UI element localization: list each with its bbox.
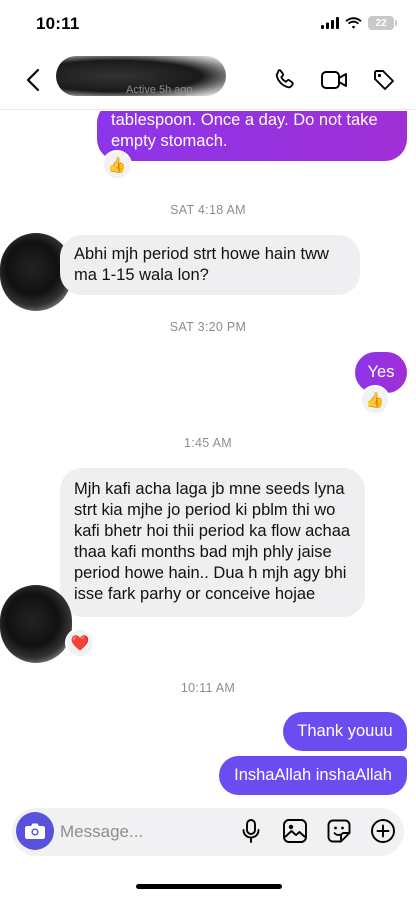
reaction-badge[interactable]: 👍 xyxy=(360,385,390,415)
thumbs-up-icon: 👍 xyxy=(107,157,127,174)
more-options-button[interactable] xyxy=(368,816,398,846)
composer-actions xyxy=(236,816,398,846)
status-bar: 10:11 22 xyxy=(0,0,416,50)
heart-icon: ❤️ xyxy=(70,635,90,652)
microphone-icon xyxy=(242,819,260,843)
avatar[interactable] xyxy=(0,585,72,663)
video-camera-icon xyxy=(321,71,347,89)
message-incoming[interactable]: Abhi mjh period strt howe hain tww ma 1-… xyxy=(60,235,360,295)
thumbs-up-icon: 👍 xyxy=(365,392,385,409)
timestamp: 10:11 AM xyxy=(180,681,236,695)
camera-button[interactable] xyxy=(16,812,54,850)
contact-subtitle: Active 5h ago xyxy=(126,84,193,96)
sticker-icon xyxy=(327,819,351,843)
image-icon xyxy=(283,819,307,843)
camera-icon xyxy=(25,823,45,839)
timestamp: SAT 4:18 AM xyxy=(170,203,246,217)
message-outgoing[interactable]: InshaAllah inshaAllah xyxy=(219,756,407,795)
sticker-button[interactable] xyxy=(324,816,354,846)
status-time: 10:11 xyxy=(36,14,80,33)
battery-indicator: 22 xyxy=(368,16,397,30)
voice-message-button[interactable] xyxy=(236,816,266,846)
tag-icon xyxy=(374,70,394,90)
timestamp: SAT 3:20 PM xyxy=(169,320,247,334)
status-icons: 22 xyxy=(321,16,397,30)
header-actions xyxy=(270,66,398,94)
message-thread[interactable]: tablespoon. Once a day. Do not take empt… xyxy=(0,111,416,801)
contact-info[interactable]: Active 5h ago xyxy=(56,56,232,102)
audio-call-button[interactable] xyxy=(270,66,298,94)
message-incoming[interactable]: Mjh kafi acha laga jb mne seeds lyna str… xyxy=(60,468,365,617)
timestamp: 1:45 AM xyxy=(184,436,232,450)
back-button[interactable] xyxy=(20,66,46,94)
cellular-signal-icon xyxy=(321,17,339,29)
reaction-badge[interactable]: ❤️ xyxy=(65,628,95,658)
message-outgoing[interactable]: Thank youuu xyxy=(283,712,407,751)
home-indicator[interactable] xyxy=(136,884,282,889)
message-outgoing[interactable]: tablespoon. Once a day. Do not take empt… xyxy=(97,111,407,161)
gallery-button[interactable] xyxy=(280,816,310,846)
wifi-icon xyxy=(345,17,362,29)
reaction-badge[interactable]: 👍 xyxy=(102,150,132,180)
chat-header: Active 5h ago xyxy=(0,50,416,110)
phone-icon xyxy=(275,69,294,89)
video-call-button[interactable] xyxy=(320,66,348,94)
tag-button[interactable] xyxy=(370,66,398,94)
message-input[interactable] xyxy=(60,818,230,846)
chevron-left-icon xyxy=(26,68,40,92)
message-composer xyxy=(12,808,404,856)
plus-circle-icon xyxy=(371,819,395,843)
